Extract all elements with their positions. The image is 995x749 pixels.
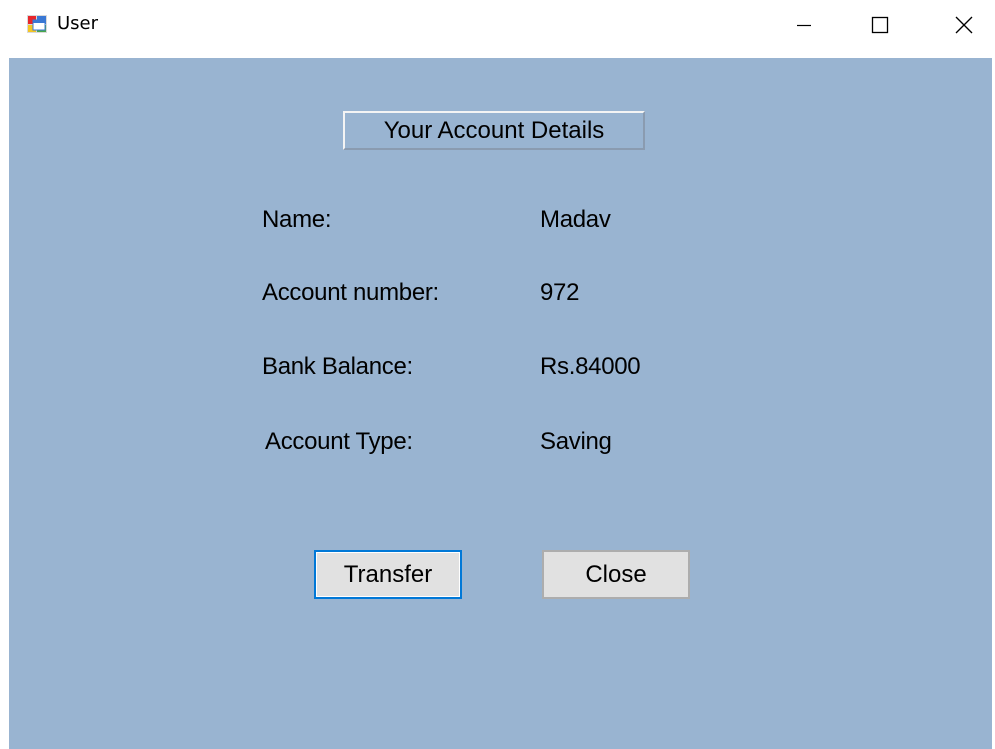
name-label: Name: — [262, 206, 332, 233]
maximize-button[interactable] — [856, 0, 904, 50]
account-number-value: 972 — [540, 279, 580, 306]
transfer-button[interactable]: Transfer — [314, 550, 462, 599]
window-title: User — [57, 13, 99, 34]
title-bar[interactable]: User — [0, 0, 995, 50]
minimize-icon — [797, 24, 811, 27]
bank-balance-value: Rs.84000 — [540, 353, 641, 380]
form-client-area — [9, 58, 992, 749]
account-type-label: Account Type: — [265, 428, 413, 455]
account-number-label: Account number: — [262, 279, 439, 306]
account-type-value: Saving — [540, 428, 612, 455]
minimize-button[interactable] — [780, 0, 828, 50]
bank-balance-label: Bank Balance: — [262, 353, 413, 380]
close-button[interactable]: Close — [542, 550, 690, 599]
close-window-button[interactable] — [940, 0, 988, 50]
user-window: User Your Account Details Name: Madav Ac… — [0, 0, 995, 749]
close-icon — [955, 16, 973, 34]
maximize-icon — [871, 16, 889, 34]
name-value: Madav — [540, 206, 611, 233]
windows-form-icon — [27, 15, 47, 33]
account-details-heading: Your Account Details — [343, 111, 645, 150]
